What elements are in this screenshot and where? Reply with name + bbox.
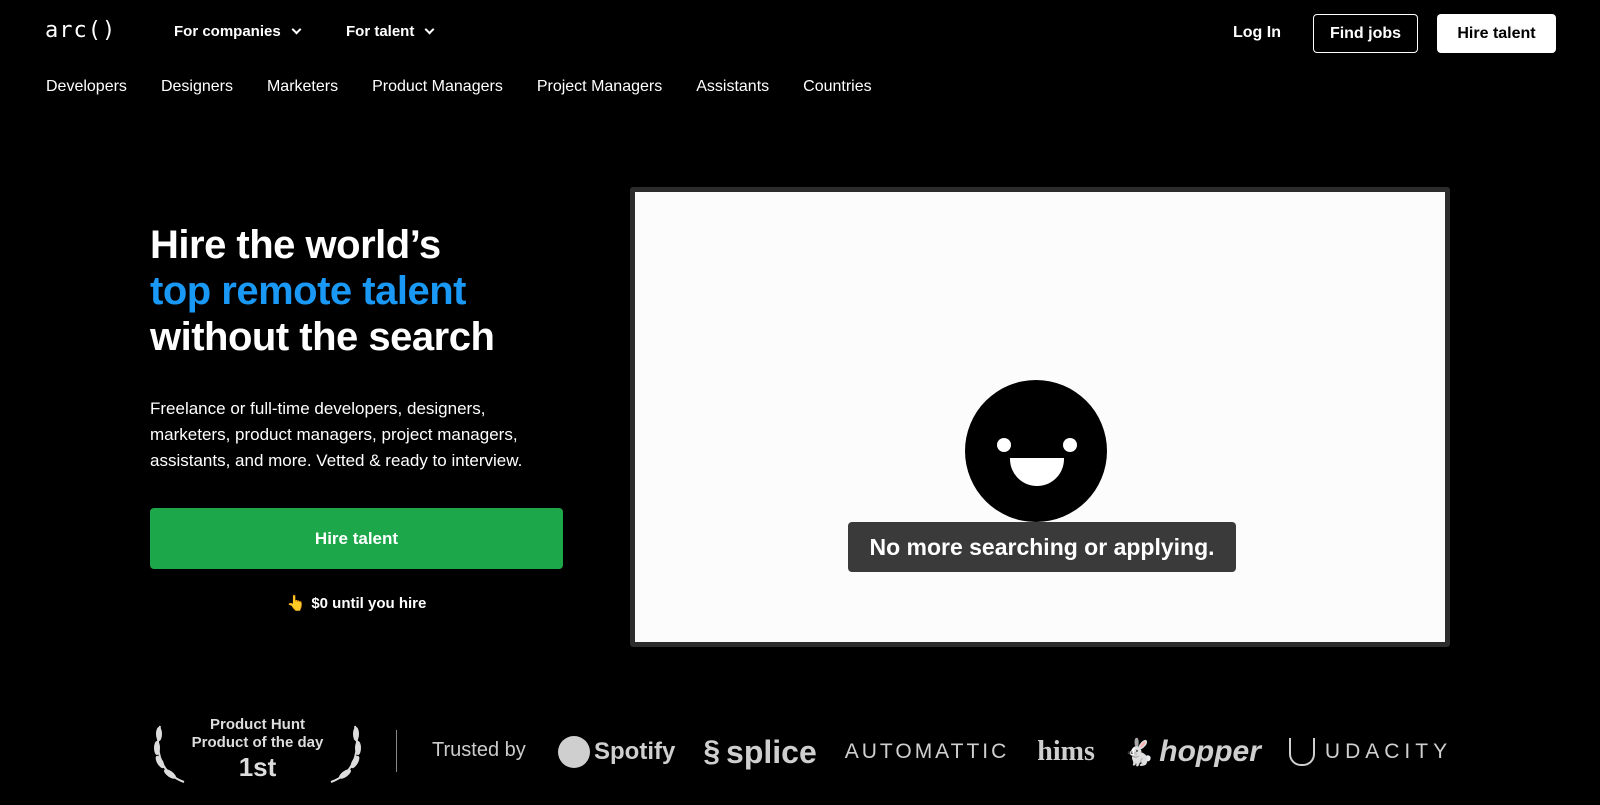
laurel-right-icon	[330, 725, 361, 783]
subnav-item-countries[interactable]: Countries	[803, 78, 871, 96]
udacity-wordmark: UDACITY	[1324, 740, 1453, 763]
pricing-note: 👆 $0 until you hire	[150, 594, 563, 612]
hero-title-line1: Hire the world’s	[150, 223, 441, 267]
udacity-logo: UDACITY	[1288, 738, 1453, 766]
hopper-logo: 🐇 hopper	[1123, 735, 1261, 769]
hims-logo: hims	[1037, 736, 1095, 767]
for-companies-dropdown[interactable]: For companies	[174, 23, 302, 40]
subnav-item-product-managers[interactable]: Product Managers	[372, 78, 503, 96]
hero-description: Freelance or full-time developers, desig…	[150, 399, 523, 470]
laurel-left-icon	[154, 725, 185, 783]
hero-title-line2: top remote talent	[150, 269, 466, 313]
customer-logos: Spotify § splice AUTOMATTIC hims 🐇 hoppe…	[558, 728, 1480, 776]
splice-wordmark: splice	[726, 733, 817, 770]
for-talent-dropdown[interactable]: For talent	[346, 23, 435, 40]
chevron-down-icon	[424, 24, 435, 35]
hero-title: Hire the world’s top remote talent witho…	[150, 222, 495, 360]
for-talent-label: For talent	[346, 23, 415, 40]
smiley-right-eye	[1063, 438, 1077, 452]
trusted-by-label: Trusted by	[432, 739, 526, 761]
hire-talent-cta-button[interactable]: Hire talent	[150, 508, 563, 569]
for-companies-label: For companies	[174, 23, 281, 40]
find-jobs-button[interactable]: Find jobs	[1313, 14, 1418, 53]
rabbit-icon: 🐇	[1122, 736, 1156, 767]
product-hunt-badge[interactable]: Product Hunt Product of the day 1st	[150, 716, 365, 786]
smiley-mouth	[1010, 458, 1064, 486]
spotify-logo: Spotify	[558, 736, 675, 768]
subnav-item-assistants[interactable]: Assistants	[696, 78, 769, 96]
subnav-item-project-managers[interactable]: Project Managers	[537, 78, 662, 96]
pointing-hand-icon: 👆	[286, 595, 306, 612]
subnav-item-designers[interactable]: Designers	[161, 78, 233, 96]
section-divider	[396, 730, 397, 772]
splice-icon: §	[703, 735, 721, 768]
hire-talent-nav-button[interactable]: Hire talent	[1437, 14, 1556, 53]
spotify-wordmark: Spotify	[594, 738, 676, 765]
smiley-face-icon	[965, 380, 1107, 522]
hopper-wordmark: hopper	[1159, 735, 1261, 768]
chevron-down-icon	[291, 24, 302, 35]
udacity-icon	[1288, 738, 1315, 766]
top-nav: arc() For companies For talent Log In Fi…	[0, 0, 1600, 66]
pricing-note-text: $0 until you hire	[311, 595, 427, 612]
automattic-logo: AUTOMATTIC	[844, 740, 1010, 763]
login-link[interactable]: Log In	[1233, 24, 1281, 42]
hero-title-line3: without the search	[150, 315, 495, 359]
splice-logo: § splice	[703, 734, 816, 771]
arc-logo[interactable]: arc()	[45, 18, 116, 43]
video-caption: No more searching or applying.	[848, 522, 1236, 572]
subnav-item-developers[interactable]: Developers	[46, 78, 127, 96]
subnav-item-marketers[interactable]: Marketers	[267, 78, 338, 96]
category-nav: Developers Designers Marketers Product M…	[46, 78, 906, 96]
spotify-icon	[558, 736, 590, 768]
hero-video[interactable]: No more searching or applying.	[630, 187, 1450, 647]
smiley-left-eye	[997, 438, 1011, 452]
